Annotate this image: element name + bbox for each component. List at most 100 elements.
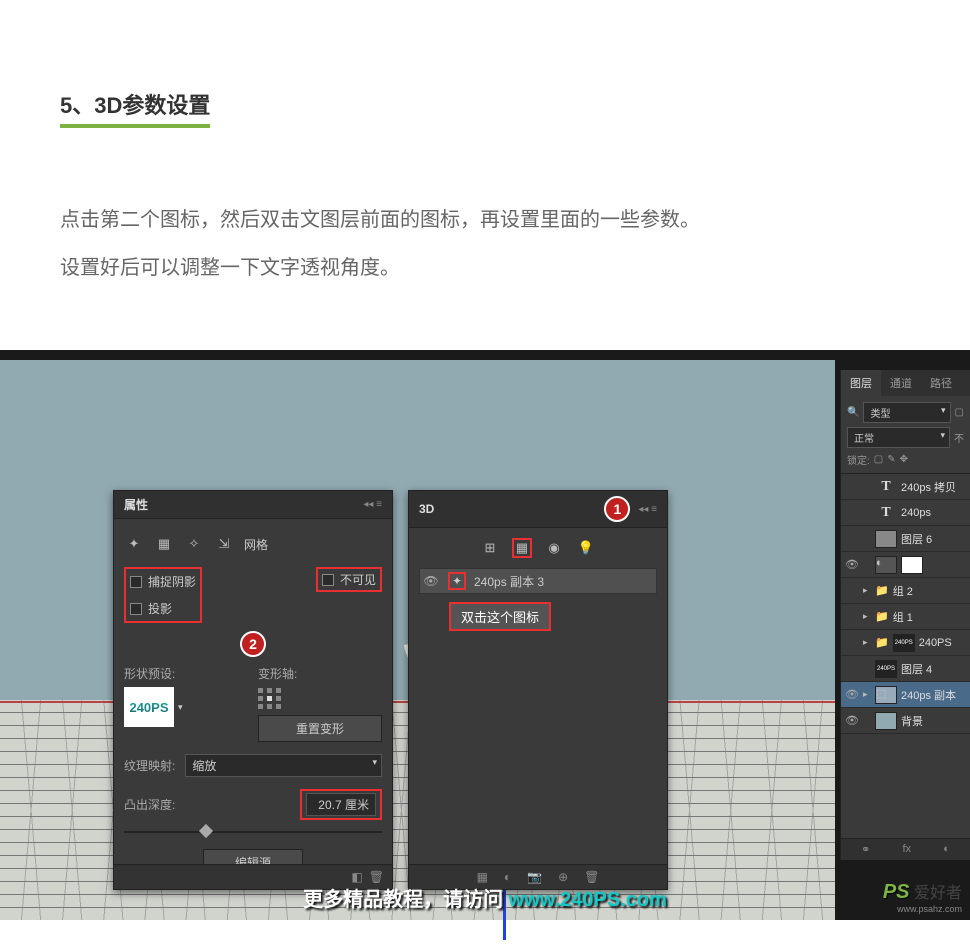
desc-line1: 点击第二个图标，然后双击文图层前面的图标，再设置里面的一些参数。 xyxy=(60,196,910,244)
panel-collapse-icon[interactable]: ◂◂ ≡ xyxy=(363,499,382,510)
mask-icon[interactable]: ◐ xyxy=(943,843,950,856)
3d-new-light-icon[interactable]: ◐ xyxy=(504,870,511,884)
visibility-icon[interactable]: 👁 xyxy=(422,574,440,588)
link-icon[interactable]: ⚭ xyxy=(861,843,870,856)
layer-item[interactable]: 图层 6 xyxy=(841,526,970,552)
cast-shadow-checkbox[interactable] xyxy=(130,603,142,615)
shadow-highlight: 捕捉阴影 投影 xyxy=(124,567,202,623)
3d-add-icon[interactable]: ⊕ xyxy=(558,870,568,884)
filter-img-icon[interactable]: ▢ xyxy=(955,407,964,418)
3d-layer-thumb: ⬚ xyxy=(875,686,897,704)
texture-map-label: 纹理映射: xyxy=(124,757,175,774)
layer-item[interactable]: 👁◐ xyxy=(841,552,970,578)
folder-icon: 📁 xyxy=(875,636,889,649)
bg-thumb xyxy=(875,712,897,730)
tooltip-dblclick: 双击这个图标 xyxy=(449,602,551,631)
layer-item[interactable]: T240ps 拷贝 xyxy=(841,474,970,500)
folder-icon: 📁 xyxy=(875,584,889,597)
3d-footer: ▦ ◐ 📷 ⊕ 🗑 xyxy=(409,864,667,889)
layers-panel[interactable]: 图层 通道 路径 🔍类型▢ 正常不 锁定:▢✎✥ T240ps 拷贝 T240p… xyxy=(840,370,970,860)
callout-2: 2 xyxy=(240,631,266,657)
layers-footer: ⚭ fx ◐ xyxy=(841,838,970,860)
description: 点击第二个图标，然后双击文图层前面的图标，再设置里面的一些参数。 设置好后可以调… xyxy=(60,196,910,292)
3d-header[interactable]: 3D 1 ◂◂ ≡ xyxy=(409,491,667,528)
layer-item[interactable]: ▸📁组 1 xyxy=(841,604,970,630)
invisible-label: 不可见 xyxy=(340,571,376,588)
capture-shadow-label: 捕捉阴影 xyxy=(148,573,196,590)
desc-line2: 设置好后可以调整一下文字透视角度。 xyxy=(60,244,910,292)
filter-scene-icon[interactable]: ⊞ xyxy=(480,538,500,558)
preset-dropdown-icon[interactable]: ▾ xyxy=(178,702,183,713)
screenshot-area: S 属性 ◂◂ ≡ ✦ ▦ ✧ ⇲ 网格 捕捉阴影 投影 xyxy=(0,350,970,920)
filter-material-icon[interactable]: ◉ xyxy=(544,538,564,558)
layer-thumb: 240PS xyxy=(875,660,897,678)
lock-brush-icon[interactable]: ✎ xyxy=(887,454,895,465)
3d-list-row[interactable]: 👁 ✦ 240ps 副本 3 xyxy=(419,568,657,594)
deform-mode-icon[interactable]: ▦ xyxy=(154,534,174,554)
tab-channels[interactable]: 通道 xyxy=(881,370,921,396)
layer-item[interactable]: ▸📁组 2 xyxy=(841,578,970,604)
canvas-area[interactable]: S 属性 ◂◂ ≡ ✦ ▦ ✧ ⇲ 网格 捕捉阴影 投影 xyxy=(0,360,835,920)
layer-list[interactable]: T240ps 拷贝 T240ps 图层 6 👁◐ ▸📁组 2 ▸📁组 1 ▸📁2… xyxy=(841,474,970,734)
lock-position-icon[interactable]: ✥ xyxy=(900,454,908,465)
shape-preset-label: 形状预设: xyxy=(124,665,248,682)
3d-collapse-icon[interactable]: ◂◂ ≡ xyxy=(638,504,657,515)
depth-highlight: 20.7 厘米 xyxy=(300,789,382,820)
coord-mode-icon[interactable]: ⇲ xyxy=(214,534,234,554)
folder-icon: 📁 xyxy=(875,610,889,623)
render-icon[interactable]: ◧ xyxy=(351,870,362,884)
3d-camera-icon[interactable]: 📷 xyxy=(527,870,542,884)
capture-shadow-checkbox[interactable] xyxy=(130,576,142,588)
deform-axis-grid[interactable] xyxy=(258,688,382,709)
layer-item-active[interactable]: 👁▸⬚240ps 副本 xyxy=(841,682,970,708)
filter-light-icon[interactable]: 💡 xyxy=(576,538,596,558)
3d-trash-icon[interactable]: 🗑 xyxy=(584,870,599,884)
text-layer-icon: T xyxy=(875,505,897,521)
tab-layers[interactable]: 图层 xyxy=(841,370,881,396)
section-title: 5、3D参数设置 xyxy=(60,88,210,128)
layer-thumb xyxy=(875,530,897,548)
layer-item[interactable]: ▸📁240PS240PS xyxy=(841,630,970,656)
invisible-checkbox[interactable] xyxy=(322,574,334,586)
adj-thumb: ◐ xyxy=(875,556,897,574)
lock-label: 锁定: xyxy=(847,452,870,467)
lock-pixels-icon[interactable]: ▢ xyxy=(874,454,883,465)
deform-axis-label: 变形轴: xyxy=(258,665,382,682)
mask-thumb xyxy=(901,556,923,574)
fx-icon[interactable]: fx xyxy=(903,843,912,856)
extrude-depth-label: 凸出深度: xyxy=(124,796,175,813)
texture-map-dropdown[interactable]: 缩放 xyxy=(185,754,382,777)
properties-panel[interactable]: 属性 ◂◂ ≡ ✦ ▦ ✧ ⇲ 网格 捕捉阴影 投影 不可见 xyxy=(113,490,393,890)
3d-item-name: 240ps 副本 3 xyxy=(474,573,544,590)
opacity-label: 不 xyxy=(954,430,964,445)
mesh-label: 网格 xyxy=(244,536,268,553)
layer-kind-filter[interactable]: 类型 xyxy=(863,402,950,423)
callout-1: 1 xyxy=(604,496,630,522)
reset-deform-button[interactable]: 重置变形 xyxy=(258,715,382,742)
3d-render-icon[interactable]: ▦ xyxy=(477,870,488,884)
layer-item[interactable]: T240ps xyxy=(841,500,970,526)
cast-shadow-label: 投影 xyxy=(148,600,172,617)
3d-tab[interactable]: 3D xyxy=(419,502,434,516)
shape-preset-thumb[interactable]: 240PS xyxy=(124,687,174,727)
layer-item[interactable]: 240PS图层 4 xyxy=(841,656,970,682)
layer-item[interactable]: 👁背景 xyxy=(841,708,970,734)
layers-tabs: 图层 通道 路径 xyxy=(841,370,970,396)
blend-mode-dropdown[interactable]: 正常 xyxy=(847,427,950,448)
invisible-highlight: 不可见 xyxy=(316,567,382,592)
mesh-mode-icon[interactable]: ✦ xyxy=(124,534,144,554)
mesh-item-icon[interactable]: ✦ xyxy=(448,572,466,590)
extrude-depth-input[interactable]: 20.7 厘米 xyxy=(306,793,376,816)
props-footer: ◧ 🗑 xyxy=(114,864,392,889)
group-thumb: 240PS xyxy=(893,634,915,652)
3d-panel[interactable]: 3D 1 ◂◂ ≡ ⊞ ▦ ◉ 💡 👁 ✦ 240ps 副本 3 xyxy=(408,490,668,890)
cap-mode-icon[interactable]: ✧ xyxy=(184,534,204,554)
properties-header[interactable]: 属性 ◂◂ ≡ xyxy=(114,491,392,519)
tab-paths[interactable]: 路径 xyxy=(921,370,961,396)
properties-tab[interactable]: 属性 xyxy=(124,496,148,513)
property-mode-row: ✦ ▦ ✧ ⇲ 网格 xyxy=(124,529,382,559)
text-layer-icon: T xyxy=(875,479,897,495)
filter-mesh-icon[interactable]: ▦ xyxy=(512,538,532,558)
extrude-depth-slider[interactable] xyxy=(124,825,382,839)
trash-icon[interactable]: 🗑 xyxy=(369,870,384,884)
